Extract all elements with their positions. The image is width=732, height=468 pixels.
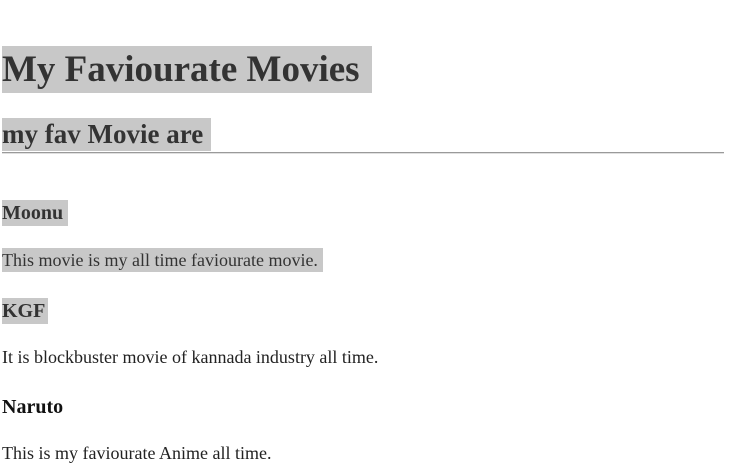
- movie-title-moonu: Moonu: [2, 200, 69, 226]
- movie-description-moonu: This movie is my all time faviourate mov…: [2, 248, 323, 272]
- page-title: My Faviourate Movies: [2, 45, 372, 93]
- page-subtitle: my fav Movie are: [2, 118, 212, 152]
- movie-description-naruto: This is my faviourate Anime all time.: [2, 443, 272, 463]
- movie-title-kgf: KGF: [2, 298, 49, 324]
- movie-title-naruto: Naruto: [2, 396, 64, 418]
- movie-description-kgf: It is blockbuster movie of kannada indus…: [2, 347, 379, 367]
- horizontal-divider: [2, 152, 724, 154]
